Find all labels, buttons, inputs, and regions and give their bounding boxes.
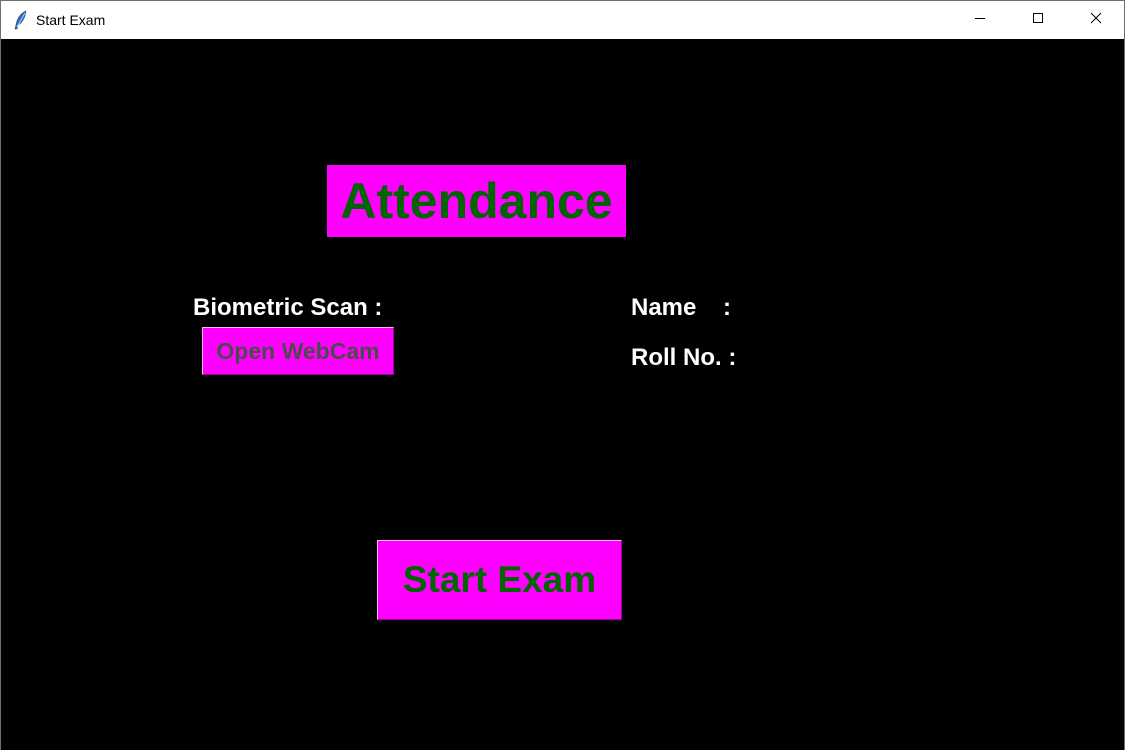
close-button[interactable] xyxy=(1067,1,1125,39)
roll-no-label: Roll No. : xyxy=(631,344,737,371)
biometric-scan-label: Biometric Scan : xyxy=(193,294,383,321)
minimize-button[interactable] xyxy=(951,1,1009,39)
close-icon xyxy=(1090,11,1102,29)
maximize-icon xyxy=(1032,11,1044,29)
start-exam-button[interactable]: Start Exam xyxy=(377,540,622,620)
title-bar[interactable]: Start Exam xyxy=(1,1,1124,39)
minimize-icon xyxy=(974,11,986,29)
exam-panel: Attendance Biometric Scan : Open WebCam … xyxy=(1,39,1124,750)
window-title: Start Exam xyxy=(36,12,106,28)
maximize-button[interactable] xyxy=(1009,1,1067,39)
name-label: Name : xyxy=(631,294,732,321)
app-window: Start Exam Attendance Biometric Scan : O… xyxy=(0,0,1125,750)
feather-icon xyxy=(13,10,29,30)
attendance-heading: Attendance xyxy=(327,165,626,237)
open-webcam-button[interactable]: Open WebCam xyxy=(202,327,394,375)
